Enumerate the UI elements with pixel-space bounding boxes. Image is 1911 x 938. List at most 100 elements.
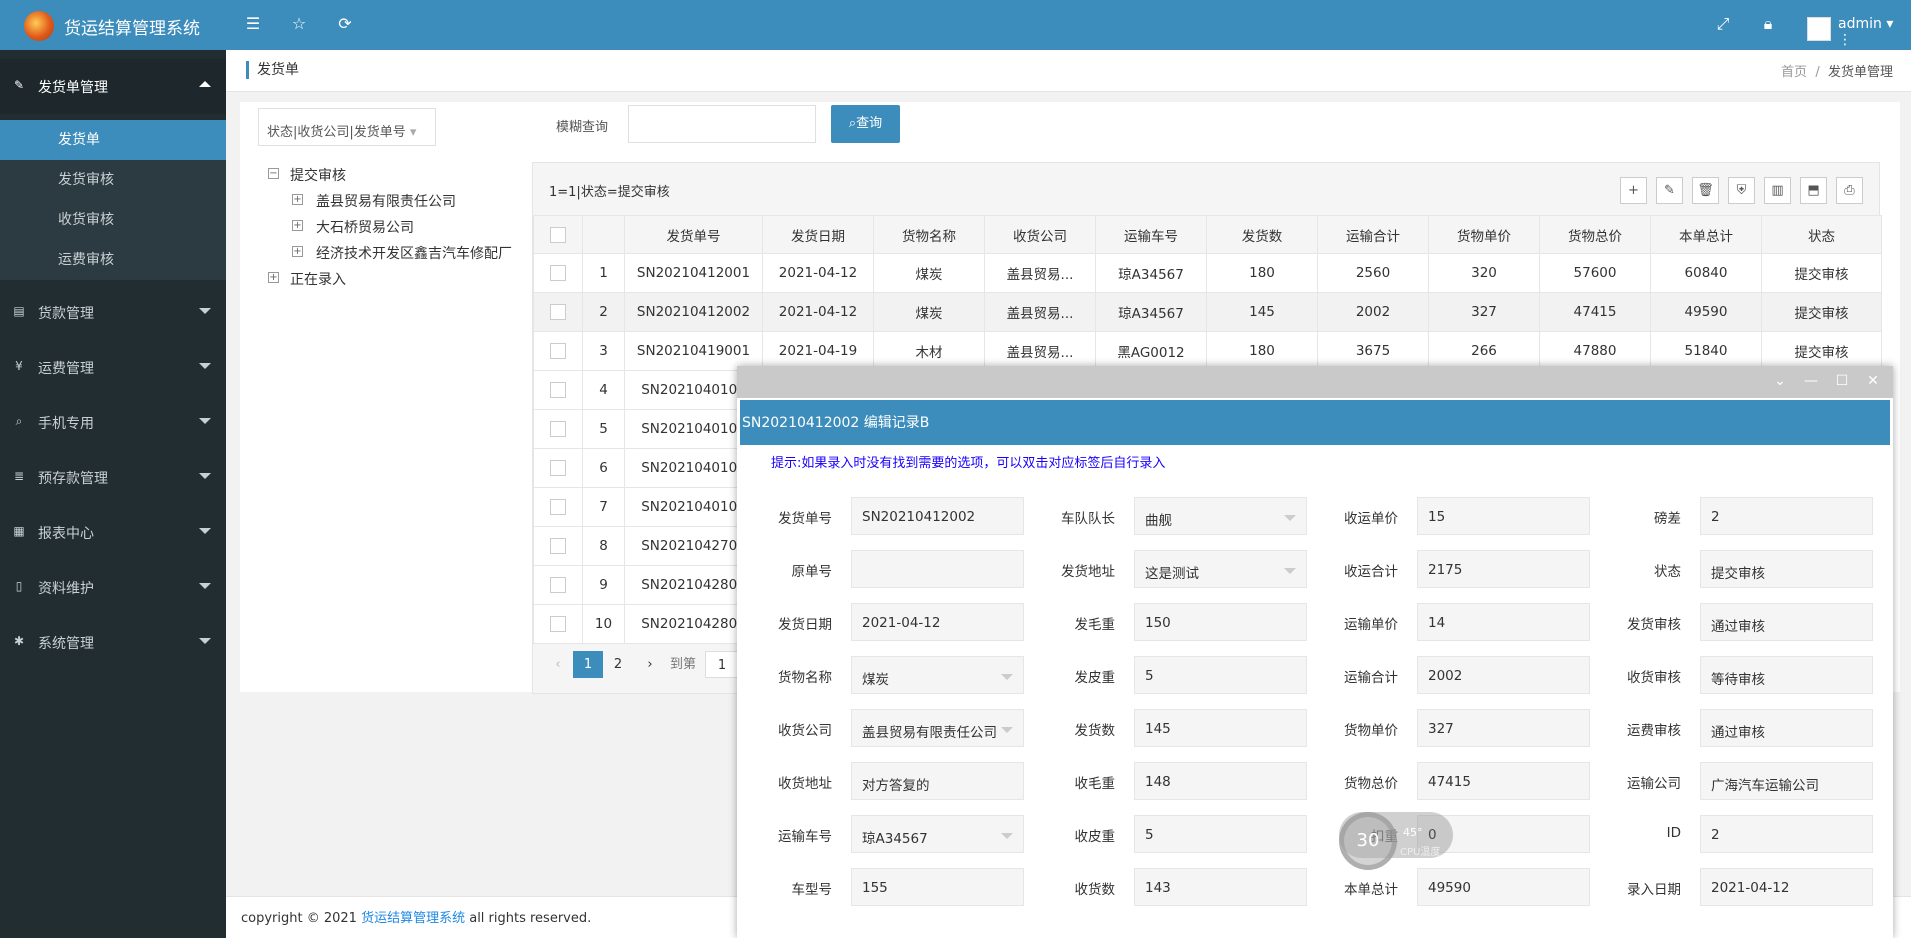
star-icon[interactable]: ☆ — [288, 13, 310, 35]
field-label[interactable]: 收运单价 — [1302, 507, 1398, 527]
tree-node-company[interactable]: + 大石桥贸易公司 — [292, 217, 414, 237]
field-label[interactable]: 运输车号 — [736, 825, 832, 845]
sidebar-item-receipt-audit[interactable]: 收货审核 — [0, 200, 226, 240]
page-2-button[interactable]: 2 — [603, 651, 633, 678]
row-checkbox[interactable] — [533, 370, 583, 410]
tree-node-submitted[interactable]: − 提交审核 — [268, 165, 346, 185]
field-input[interactable]: 广海汽车运输公司 — [1700, 762, 1873, 800]
fullscreen-icon[interactable]: ⤢ — [1712, 13, 1734, 35]
delete-button[interactable]: 🗑︎ — [1692, 177, 1719, 204]
col-header[interactable]: 运输合计 — [1317, 215, 1429, 254]
field-label[interactable]: 货物名称 — [736, 666, 832, 686]
sidebar-item-shipment[interactable]: 发货单 — [0, 120, 226, 160]
field-input[interactable]: 14 — [1417, 603, 1590, 641]
field-label[interactable]: 发货数 — [1019, 719, 1116, 739]
field-input[interactable]: 47415 — [1417, 762, 1590, 800]
menu-shipment[interactable]: ✎ 发货单管理 — [0, 59, 226, 114]
field-label[interactable]: ID — [1585, 825, 1681, 841]
field-select[interactable]: 这是测试 — [1134, 550, 1307, 588]
menu-data[interactable]: ▯ 资料维护 — [0, 560, 226, 615]
field-input[interactable]: 148 — [1134, 762, 1307, 800]
field-label[interactable]: 运输公司 — [1585, 772, 1681, 792]
row-checkbox[interactable] — [533, 526, 583, 566]
field-input[interactable]: SN20210412002 — [851, 497, 1024, 535]
col-header[interactable]: 状态 — [1761, 215, 1882, 254]
minimize-icon[interactable]: — — [1800, 370, 1822, 392]
tree-node-company[interactable]: + 经济技术开发区鑫吉汽车修配厂 — [292, 243, 514, 263]
tree-node-company[interactable]: + 盖县贸易有限责任公司 — [292, 191, 456, 211]
field-input[interactable]: 2021-04-12 — [1700, 868, 1873, 906]
field-input[interactable]: 2021-04-12 — [851, 603, 1024, 641]
row-checkbox[interactable] — [533, 409, 583, 449]
table-row[interactable]: 2 SN20210412002 2021-04-12 煤炭 盖县贸易... 琼A34567… — [533, 292, 1882, 332]
menu-mobile[interactable]: ⌕ 手机专用 — [0, 395, 226, 450]
field-label[interactable]: 发货单号 — [736, 507, 832, 527]
col-header[interactable]: 发货日期 — [762, 215, 874, 254]
col-header[interactable]: 货物名称 — [873, 215, 985, 254]
field-label[interactable]: 录入日期 — [1585, 878, 1681, 898]
field-label[interactable]: 发货审核 — [1585, 613, 1681, 633]
col-header[interactable]: 收货公司 — [984, 215, 1096, 254]
row-checkbox[interactable] — [533, 253, 583, 293]
field-select[interactable]: 琼A34567 — [851, 815, 1024, 853]
tree-node-entering[interactable]: + 正在录入 — [268, 269, 346, 289]
col-header[interactable]: 发货数 — [1206, 215, 1318, 254]
collapse-icon[interactable]: ⌄ — [1769, 370, 1791, 392]
edit-button[interactable]: ✎ — [1656, 177, 1683, 204]
avatar[interactable] — [1807, 17, 1831, 41]
field-label[interactable]: 发皮重 — [1019, 666, 1116, 686]
field-select[interactable]: 曲舰 — [1134, 497, 1307, 535]
field-input[interactable]: 提交审核 — [1700, 550, 1873, 588]
field-input[interactable]: 2175 — [1417, 550, 1590, 588]
menu-system[interactable]: ✱ 系统管理 — [0, 615, 226, 670]
field-input[interactable]: 49590 — [1417, 868, 1590, 906]
row-checkbox[interactable] — [533, 565, 583, 605]
user-menu[interactable]: admin ▾ ⋮ — [1838, 16, 1911, 48]
field-label[interactable]: 本单总计 — [1302, 878, 1398, 898]
field-input[interactable]: 150 — [1134, 603, 1307, 641]
field-label[interactable]: 货物总价 — [1302, 772, 1398, 792]
crumb-home[interactable]: 首页 — [1781, 65, 1807, 80]
field-input[interactable]: 145 — [1134, 709, 1307, 747]
field-select[interactable]: 盖县贸易有限责任公司 — [851, 709, 1024, 747]
sidebar-item-shipment-audit[interactable]: 发货审核 — [0, 160, 226, 200]
field-input[interactable]: 2 — [1700, 497, 1873, 535]
field-input[interactable]: 对方答复的 — [851, 762, 1024, 800]
table-row[interactable]: 3 SN20210419001 2021-04-19 木材 盖县贸易... 黑AG0012… — [533, 331, 1882, 371]
field-label[interactable]: 发毛重 — [1019, 613, 1116, 633]
row-checkbox[interactable] — [533, 292, 583, 332]
field-input[interactable] — [851, 550, 1024, 588]
row-checkbox[interactable] — [533, 604, 583, 644]
field-input[interactable]: 15 — [1417, 497, 1590, 535]
field-label[interactable]: 状态 — [1585, 560, 1681, 580]
field-input[interactable]: 327 — [1417, 709, 1590, 747]
goto-page-input[interactable]: 1 — [705, 651, 739, 678]
row-checkbox[interactable] — [533, 487, 583, 527]
field-input[interactable]: 5 — [1134, 656, 1307, 694]
field-label[interactable]: 磅差 — [1585, 507, 1681, 527]
field-input[interactable]: 143 — [1134, 868, 1307, 906]
col-header[interactable]: 货物单价 — [1428, 215, 1540, 254]
field-label[interactable]: 货物单价 — [1302, 719, 1398, 739]
next-page-icon[interactable]: › — [640, 651, 660, 678]
field-input[interactable]: 等待审核 — [1700, 656, 1873, 694]
row-checkbox[interactable] — [533, 448, 583, 488]
field-label[interactable]: 发货日期 — [736, 613, 832, 633]
field-label[interactable]: 收货审核 — [1585, 666, 1681, 686]
lock-icon[interactable]: 🔒︎ — [1757, 13, 1779, 35]
search-button[interactable]: ⌕查询 — [831, 105, 900, 143]
field-input[interactable]: 5 — [1134, 815, 1307, 853]
maximize-icon[interactable]: ☐ — [1831, 370, 1853, 392]
dialog-titlebar[interactable] — [737, 366, 1893, 398]
field-label[interactable]: 收毛重 — [1019, 772, 1116, 792]
field-label[interactable]: 车型号 — [736, 878, 833, 898]
field-label[interactable]: 收货地址 — [736, 772, 832, 792]
menu-payment[interactable]: ▤ 货款管理 — [0, 285, 226, 340]
field-input[interactable]: 2 — [1700, 815, 1873, 853]
field-input[interactable]: 2002 — [1417, 656, 1590, 694]
field-label[interactable]: 运费审核 — [1585, 719, 1681, 739]
tree-group-select[interactable]: 状态|收货公司|发货单号 ▾ — [258, 108, 436, 146]
menu-deposit[interactable]: ≣ 预存款管理 — [0, 450, 226, 505]
field-label[interactable]: 运输单价 — [1302, 613, 1398, 633]
field-input[interactable]: 通过审核 — [1700, 709, 1873, 747]
